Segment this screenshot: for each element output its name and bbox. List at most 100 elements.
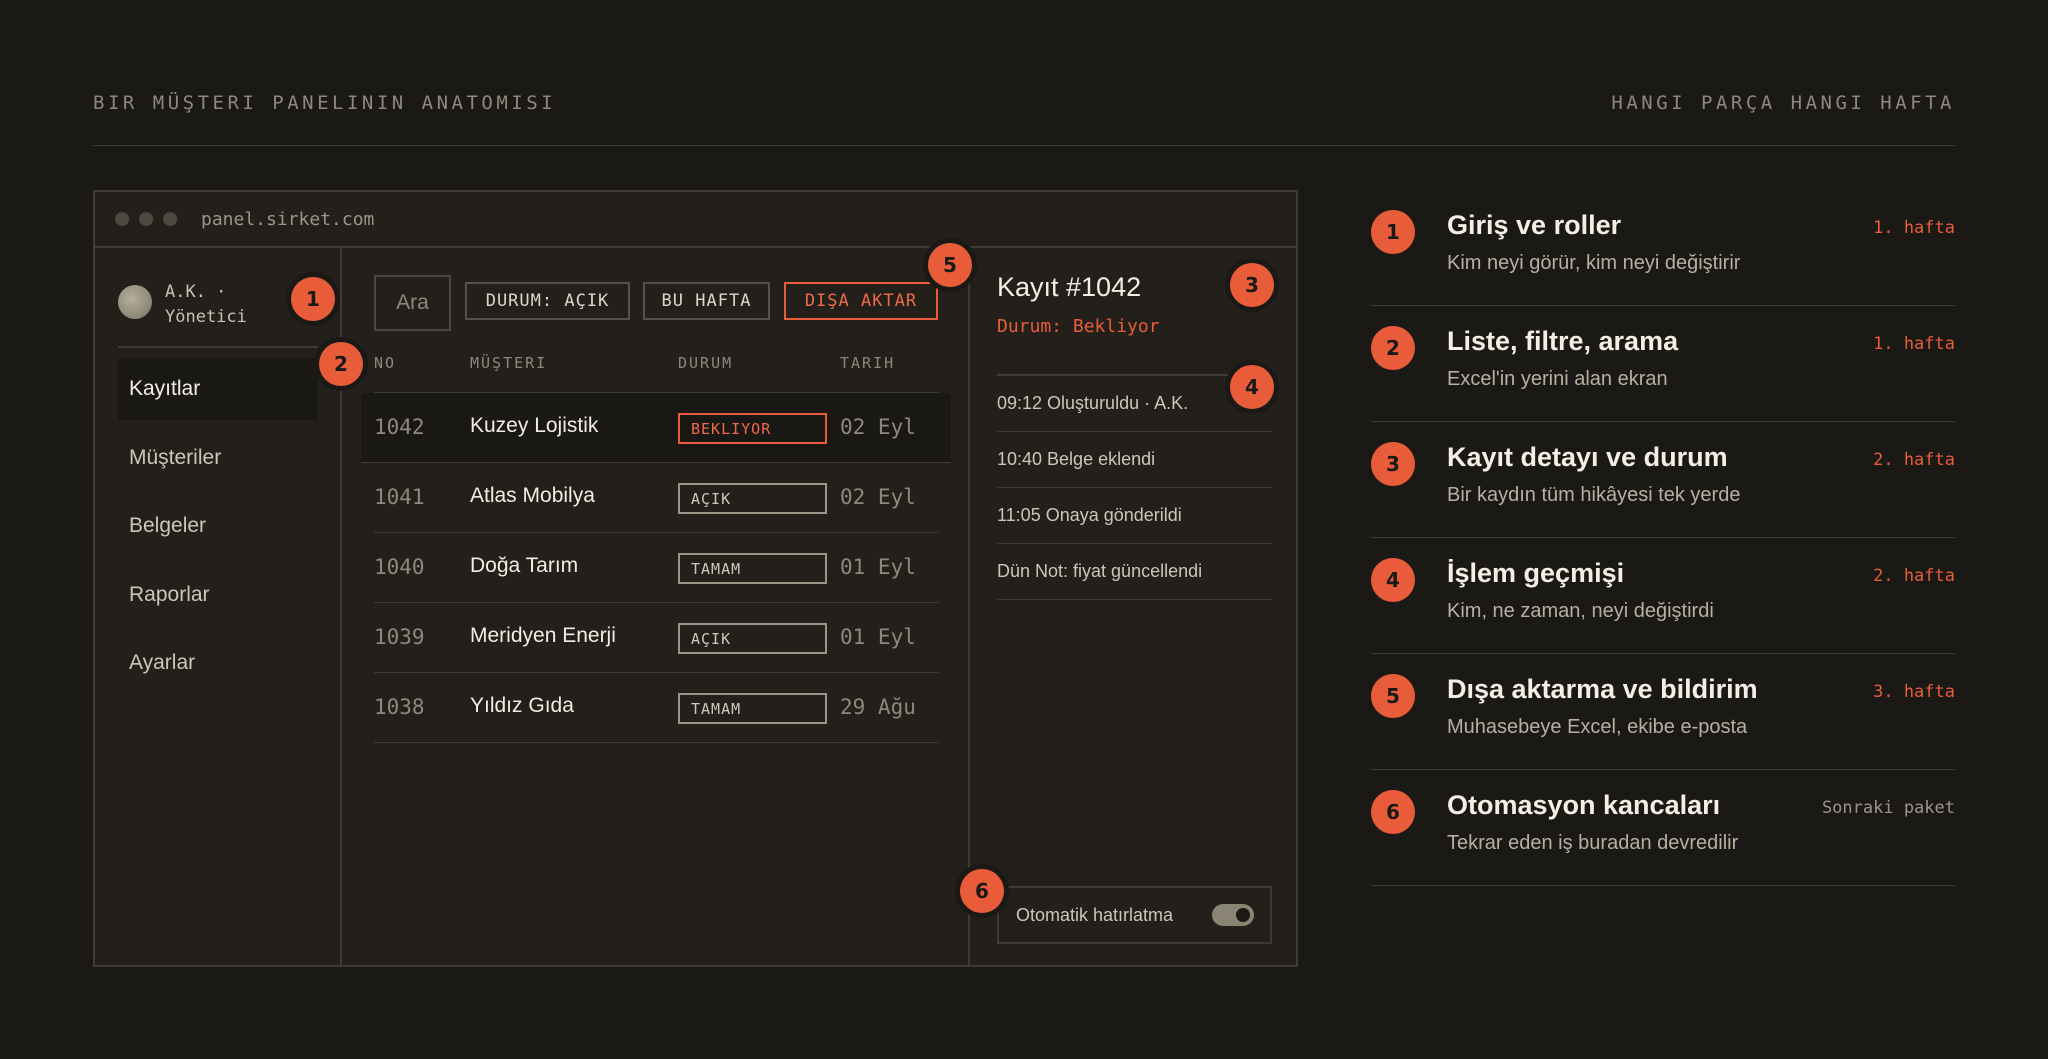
legend-item: 6 Otomasyon kancaları Tekrar eden iş bur… [1371, 770, 1955, 886]
auto-reminder-label: Otomatik hatırlatma [1016, 904, 1174, 925]
records-list: Ara DURUM: AÇIK BU HAFTA DIŞA AKTAR NO M… [344, 248, 971, 965]
legend-week: Sonraki paket [1821, 798, 1955, 818]
auto-reminder-toggle[interactable] [1212, 904, 1254, 926]
sidebar-item-ayarlar[interactable]: Ayarlar [118, 632, 318, 694]
cell-customer: Atlas Mobilya [470, 484, 595, 507]
legend-number: 4 [1371, 558, 1415, 602]
legend-item: 1 Giriş ve roller Kim neyi görür, kim ne… [1371, 190, 1955, 306]
legend-title: Otomasyon kancaları [1447, 790, 1721, 820]
legend-number: 3 [1371, 442, 1415, 486]
cell-date: 02 Eyl [840, 485, 916, 509]
cell-no: 1041 [374, 485, 425, 509]
cell-date: 01 Eyl [840, 625, 916, 649]
status-badge: AÇIK [678, 623, 827, 654]
sidebar-item-raporlar[interactable]: Raporlar [118, 564, 318, 626]
legend-title: Kayıt detayı ve durum [1447, 442, 1728, 472]
cell-customer: Doğa Tarım [470, 554, 579, 577]
legend-description: Kim neyi görür, kim neyi değiştirir [1447, 252, 1741, 274]
timeline-item: 11:05 Onaya gönderildi [997, 488, 1272, 544]
page-header: BIR MÜŞTERI PANELININ ANATOMISI HANGI PA… [93, 90, 1955, 146]
record-status: Durum: Bekliyor [997, 316, 1160, 337]
window-dot-icon [115, 212, 129, 226]
search-input[interactable]: Ara [374, 275, 451, 331]
marker-4: 4 [1230, 365, 1274, 409]
filter-status-chip[interactable]: DURUM: AÇIK [465, 282, 630, 320]
status-badge: BEKLIYOR [678, 413, 827, 444]
legend-item: 5 Dışa aktarma ve bildirim Muhasebeye Ex… [1371, 654, 1955, 770]
window-dot-icon [139, 212, 153, 226]
legend-title: Giriş ve roller [1447, 210, 1622, 240]
sidebar-item-musteriler[interactable]: Müşteriler [118, 427, 318, 489]
app-window: panel.sirket.com A.K. · Yönetici Kayıtla… [93, 190, 1298, 967]
table-row[interactable]: 1039 Meridyen Enerji AÇIK 01 Eyl [374, 603, 939, 673]
cell-customer: Meridyen Enerji [470, 624, 616, 647]
user-name: A.K. · [165, 282, 227, 302]
legend-week: 3. hafta [1873, 682, 1955, 702]
avatar [118, 285, 152, 319]
cell-no: 1040 [374, 555, 425, 579]
timeline-item: 10:40 Belge eklendi [997, 432, 1272, 488]
timeline-item: Dün Not: fiyat güncellendi [997, 544, 1272, 600]
legend-description: Tekrar eden iş buradan devredilir [1447, 832, 1739, 854]
legend-item: 2 Liste, filtre, arama Excel'in yerini a… [1371, 306, 1955, 422]
cell-no: 1042 [374, 415, 425, 439]
page-title: BIR MÜŞTERI PANELININ ANATOMISI [93, 92, 557, 114]
table-row[interactable]: 1042 Kuzey Lojistik BEKLIYOR 02 Eyl [361, 393, 951, 463]
cell-no: 1039 [374, 625, 425, 649]
legend-title: Liste, filtre, arama [1447, 326, 1679, 356]
export-button[interactable]: DIŞA AKTAR [784, 282, 938, 320]
auto-reminder-setting: Otomatik hatırlatma [997, 886, 1272, 944]
activity-timeline: 09:12 Oluşturuldu · A.K. 10:40 Belge ekl… [997, 374, 1272, 600]
legend-description: Bir kaydın tüm hikâyesi tek yerde [1447, 484, 1741, 506]
legend-title: İşlem geçmişi [1447, 558, 1625, 588]
legend-description: Muhasebeye Excel, ekibe e-posta [1447, 716, 1748, 738]
filter-week-chip[interactable]: BU HAFTA [643, 282, 770, 320]
legend-item: 4 İşlem geçmişi Kim, ne zaman, neyi deği… [1371, 538, 1955, 654]
marker-1: 1 [291, 277, 335, 321]
legend-description: Kim, ne zaman, neyi değiştirdi [1447, 600, 1714, 622]
legend-week: 2. hafta [1873, 450, 1955, 470]
record-title: Kayıt #1042 [997, 272, 1142, 302]
column-header-date[interactable]: TARIH [840, 354, 895, 372]
legend-description: Excel'in yerini alan ekran [1447, 368, 1668, 390]
legend-number: 6 [1371, 790, 1415, 834]
legend-week: 1. hafta [1873, 334, 1955, 354]
sidebar: A.K. · Yönetici Kayıtlar Müşteriler Belg… [95, 248, 342, 965]
cell-no: 1038 [374, 695, 425, 719]
sidebar-item-belgeler[interactable]: Belgeler [118, 495, 318, 557]
user-role: Yönetici [165, 307, 247, 327]
legend-title: Dışa aktarma ve bildirim [1447, 674, 1758, 704]
feature-legend: 1 Giriş ve roller Kim neyi görür, kim ne… [1371, 190, 1955, 886]
legend-item: 3 Kayıt detayı ve durum Bir kaydın tüm h… [1371, 422, 1955, 538]
legend-week: 1. hafta [1873, 218, 1955, 238]
cell-date: 02 Eyl [840, 415, 916, 439]
column-header-status[interactable]: DURUM [678, 354, 733, 372]
status-badge: AÇIK [678, 483, 827, 514]
marker-6: 6 [960, 869, 1004, 913]
cell-date: 29 Ağu [840, 695, 916, 719]
user-info[interactable]: A.K. · Yönetici [118, 280, 318, 348]
status-badge: TAMAM [678, 693, 827, 724]
table-row[interactable]: 1038 Yıldız Gıda TAMAM 29 Ağu [374, 673, 939, 743]
page-subtitle: HANGI PARÇA HANGI HAFTA [1611, 92, 1955, 114]
sidebar-item-kayitlar[interactable]: Kayıtlar [118, 358, 318, 420]
window-dot-icon [163, 212, 177, 226]
table-row[interactable]: 1040 Doğa Tarım TAMAM 01 Eyl [374, 533, 939, 603]
cell-customer: Yıldız Gıda [470, 694, 574, 717]
column-header-customer[interactable]: MÜŞTERI [470, 354, 547, 372]
legend-number: 1 [1371, 210, 1415, 254]
legend-number: 2 [1371, 326, 1415, 370]
marker-5: 5 [928, 243, 972, 287]
cell-date: 01 Eyl [840, 555, 916, 579]
url-bar[interactable]: panel.sirket.com [201, 209, 374, 230]
record-detail: Kayıt #1042 Durum: Bekliyor 09:12 Oluştu… [968, 248, 1298, 965]
column-header-no[interactable]: NO [374, 354, 396, 372]
table-row[interactable]: 1041 Atlas Mobilya AÇIK 02 Eyl [374, 463, 939, 533]
marker-3: 3 [1230, 263, 1274, 307]
status-badge: TAMAM [678, 553, 827, 584]
cell-customer: Kuzey Lojistik [470, 414, 599, 437]
table-header: NO MÜŞTERI DURUM TARIH [374, 354, 939, 384]
legend-number: 5 [1371, 674, 1415, 718]
legend-week: 2. hafta [1873, 566, 1955, 586]
window-titlebar: panel.sirket.com [95, 192, 1296, 248]
